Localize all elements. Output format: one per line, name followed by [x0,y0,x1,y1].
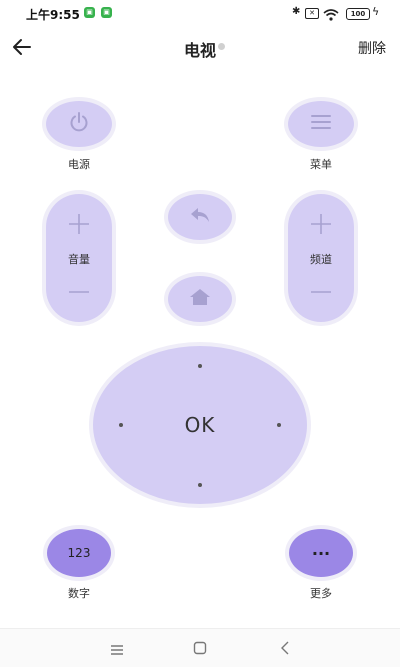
battery-icon: 100 [346,8,370,20]
power-label: 电源 [68,158,90,171]
number-pad-text: 123 [67,546,91,560]
more-label: 更多 [310,587,332,600]
return-arrow-icon [189,206,211,228]
notification-icon: ▣ [84,7,95,18]
delete-button[interactable]: 删除 [358,38,386,58]
system-nav-bar [0,628,400,667]
volume-control: 音量 [46,194,112,322]
more-icon: ··· [311,543,331,563]
channel-up-button[interactable] [288,212,354,240]
volume-down-button[interactable] [46,282,112,301]
back-nav-icon[interactable] [280,640,290,659]
dpad-up[interactable] [198,364,202,368]
dpad-down[interactable] [198,483,202,487]
home-icon [189,288,211,310]
power-button[interactable] [46,101,112,147]
notification-icon: ▣ [101,7,112,18]
recents-icon[interactable] [110,641,124,660]
connection-status-dot [218,43,225,50]
sim-off-icon: ✕ [305,8,319,19]
number-pad-label: 数字 [68,587,90,600]
home-button[interactable] [168,276,232,322]
volume-up-button[interactable] [46,212,112,240]
number-pad-button[interactable]: 123 [47,529,111,577]
return-button[interactable] [168,194,232,240]
dpad: OK [93,346,307,504]
more-button[interactable]: ··· [289,529,353,577]
home-nav-icon[interactable] [193,640,207,659]
ok-button[interactable]: OK [185,413,216,437]
dpad-right[interactable] [277,423,281,427]
channel-down-button[interactable] [288,282,354,301]
power-icon [68,111,90,137]
status-time: 上午9:55 [26,8,80,22]
channel-label: 频道 [310,253,332,266]
menu-button[interactable] [288,101,354,147]
volume-label: 音量 [68,253,90,266]
menu-icon [310,114,332,134]
wifi-icon [323,6,339,25]
dpad-left[interactable] [119,423,123,427]
channel-control: 频道 [288,194,354,322]
charging-icon: ϟ [372,5,380,18]
bluetooth-icon: ✱ [292,6,301,17]
page-title: 电视 [183,41,216,60]
menu-label: 菜单 [310,158,332,171]
